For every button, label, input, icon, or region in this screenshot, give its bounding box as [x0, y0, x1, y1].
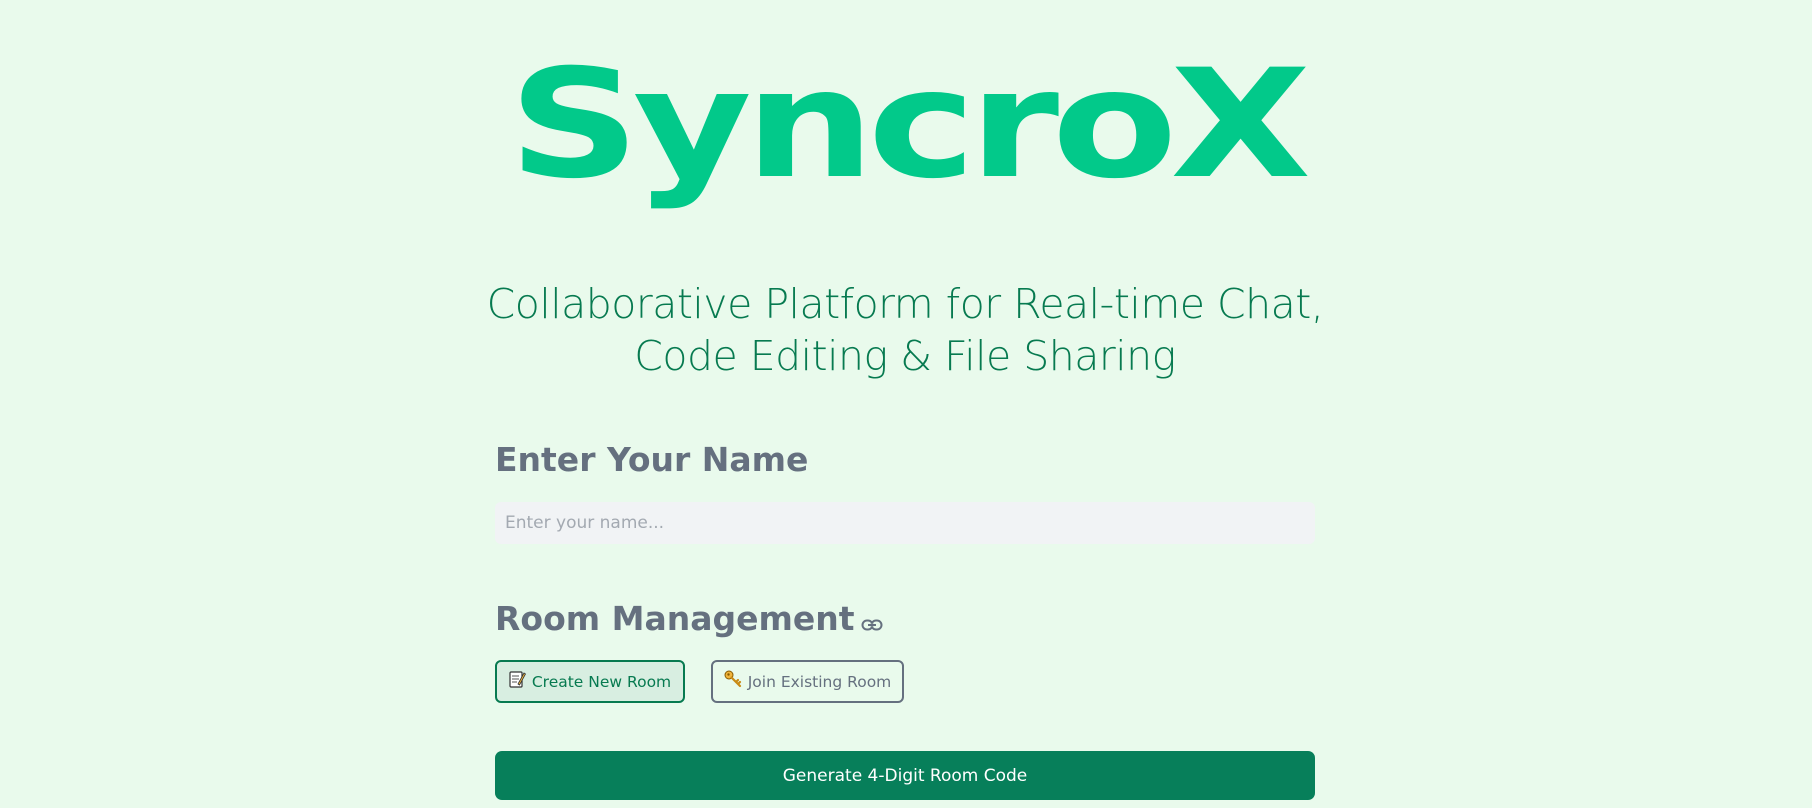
join-room-button[interactable]: Join Existing Room: [711, 660, 904, 703]
tagline-line-1: Collaborative Platform for Real-time Cha…: [486, 280, 1324, 328]
create-room-label: Create New Room: [531, 672, 672, 691]
room-section-title: Room Management: [495, 599, 883, 640]
generate-room-code-label: Generate 4-Digit Room Code: [782, 765, 1028, 786]
create-room-button[interactable]: Create New Room: [495, 660, 685, 703]
key-icon: [724, 670, 742, 693]
home-page: SyncroX Collaborative Platform for Real-…: [0, 0, 1812, 808]
room-section-title-text: Room Management: [495, 599, 855, 638]
name-section-title: Enter Your Name: [495, 440, 809, 479]
logo: SyncroX: [0, 40, 1812, 240]
link-icon: [861, 601, 883, 640]
logo-text: SyncroX: [508, 38, 1311, 212]
join-room-label: Join Existing Room: [747, 672, 892, 691]
tagline: Collaborative Platform for Real-time Cha…: [420, 278, 1390, 382]
generate-room-code-button[interactable]: Generate 4-Digit Room Code: [495, 751, 1315, 800]
tagline-line-2: Code Editing & File Sharing: [634, 332, 1176, 380]
name-input[interactable]: [495, 502, 1315, 544]
memo-icon: [509, 670, 526, 693]
